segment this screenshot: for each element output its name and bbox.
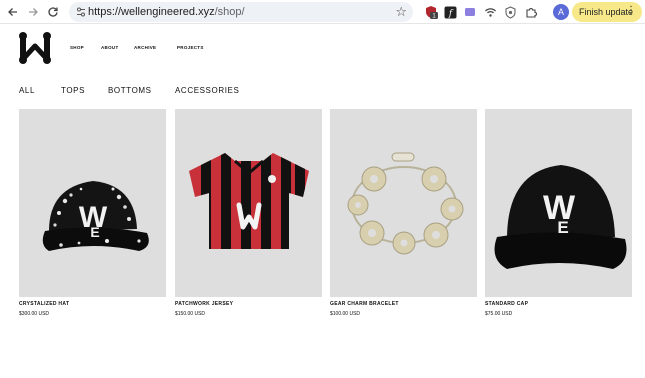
product-price: $300.00 USD [19, 311, 50, 317]
product-price: $150.00 USD [175, 311, 206, 317]
filter-tops[interactable]: TOPS [61, 86, 85, 95]
finish-update-button[interactable]: Finish update ⋮ [572, 2, 642, 22]
wifi-extension-icon[interactable] [482, 4, 498, 20]
browser-toolbar: https://wellengineered.xyz/shop/ ☆ 1 f A… [0, 0, 645, 24]
crystalized-hat-image: W E [42, 181, 149, 251]
filter-accessories[interactable]: ACCESSORIES [175, 86, 239, 95]
nav-archive[interactable]: ARCHIVE [134, 45, 156, 50]
product-price: $75.00 USD [485, 311, 513, 317]
back-icon[interactable] [3, 2, 23, 22]
reload-icon[interactable] [43, 2, 63, 22]
product-name[interactable]: STANDARD CAP [485, 301, 528, 307]
nav-shop[interactable]: SHOP [70, 45, 84, 50]
purple-extension-icon[interactable] [462, 4, 478, 20]
font-extension-icon[interactable]: f [442, 4, 458, 20]
standard-cap-image: W E [494, 165, 627, 269]
finish-update-label: Finish update [579, 7, 634, 17]
svg-text:E: E [90, 224, 99, 240]
product-card-standard-cap[interactable]: W E [485, 109, 632, 297]
address-bar[interactable]: https://wellengineered.xyz/shop/ ☆ [69, 2, 413, 22]
product-name[interactable]: PATCHWORK JERSEY [175, 301, 233, 307]
shield-extension-icon[interactable]: 1 [423, 4, 439, 20]
filter-all[interactable]: ALL [19, 86, 35, 95]
privacy-extension-icon[interactable] [502, 4, 518, 20]
url-host: wellengineered.xyz [121, 6, 215, 18]
product-card-crystalized-hat[interactable]: W E [19, 109, 166, 297]
product-card-patchwork-jersey[interactable] [175, 109, 322, 297]
nav-about[interactable]: ABOUT [101, 45, 119, 50]
gear-charm-bracelet-image [347, 152, 464, 255]
url-path: /shop/ [214, 6, 245, 18]
star-icon[interactable]: ☆ [395, 4, 407, 20]
profile-avatar[interactable]: A [553, 4, 569, 20]
patchwork-jersey-image [189, 153, 309, 249]
site-settings-icon[interactable] [74, 5, 88, 19]
filter-bottoms[interactable]: BOTTOMS [108, 86, 152, 95]
product-price: $100.00 USD [330, 311, 361, 317]
url-scheme: https:// [88, 6, 122, 18]
site-logo[interactable] [18, 31, 52, 65]
nav-projects[interactable]: PROJECTS [177, 45, 204, 50]
forward-icon[interactable] [23, 2, 43, 22]
svg-text:E: E [557, 218, 568, 237]
extensions-puzzle-icon[interactable] [523, 4, 539, 20]
product-name[interactable]: CRYSTALIZED HAT [19, 301, 69, 307]
url-text[interactable]: https://wellengineered.xyz/shop/ [88, 6, 245, 18]
more-menu-icon[interactable]: ⋮ [626, 5, 636, 16]
product-name[interactable]: GEAR CHARM BRACELET [330, 301, 399, 307]
product-card-gear-charm-bracelet[interactable] [330, 109, 477, 297]
